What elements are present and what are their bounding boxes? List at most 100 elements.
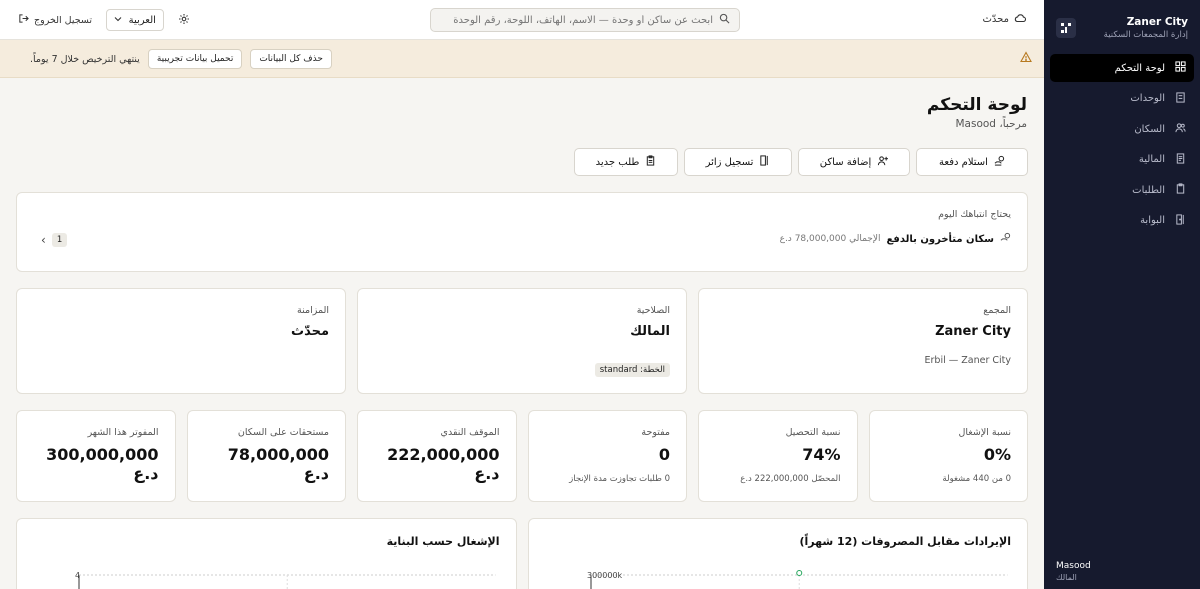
plan-badge: الخطة: standard <box>594 363 670 377</box>
action-label: استلام دفعة <box>939 156 988 168</box>
role-value: المالك <box>630 324 670 339</box>
kpi-sub: المحصّل 222,000,000 د.ع <box>740 474 841 484</box>
logout-icon <box>18 13 29 27</box>
kpi-cards: نسبة الإشغال 0% 0 من 440 مشغولة نسبة الت… <box>16 410 1028 502</box>
new-request-icon <box>645 155 656 169</box>
users-icon <box>1175 122 1186 136</box>
complex-value: Zaner City <box>935 324 1011 339</box>
language-select[interactable]: العربية <box>105 9 164 31</box>
receipt-icon <box>1175 152 1186 167</box>
kpi-sub: 0 طلبات تجاوزت مدة الإنجاز <box>569 474 670 484</box>
logout-button[interactable]: تسجيل الخروج <box>18 13 92 27</box>
quick-actions: استلام دفعة إضافة ساكن تسجيل زائر طلب جد… <box>16 148 1028 176</box>
sync-value: محدّث <box>291 324 329 339</box>
chevron-left-icon[interactable]: ‹ <box>41 233 46 247</box>
page-greeting: مرحباً، Masood <box>955 118 1028 130</box>
revenue-expense-chart: 300000k <box>587 570 1007 589</box>
search-input[interactable] <box>440 14 713 26</box>
sidebar-item-requests[interactable]: الطلبات <box>1050 176 1194 204</box>
payment-icon <box>1000 232 1011 246</box>
gate-icon <box>1175 213 1186 228</box>
search-icon <box>719 13 730 27</box>
sidebar-item-gate[interactable]: البوابة <box>1050 207 1194 235</box>
kpi-label: مستحقات على السكان <box>237 427 329 438</box>
data-point <box>795 570 802 576</box>
kpi-open-requests: مفتوحة 0 0 طلبات تجاوزت مدة الإنجاز <box>527 410 687 502</box>
sync-card: المزامنة محدّث <box>16 288 346 394</box>
chart-title: الإشغال حسب البناية <box>386 535 500 548</box>
warning-icon <box>1020 51 1032 66</box>
kpi-occupancy: نسبة الإشغال 0% 0 من 440 مشغولة <box>868 410 1028 502</box>
add-user-icon <box>877 155 889 169</box>
role-label: الصلاحية <box>636 305 670 316</box>
info-cards: المجمع Zaner City Erbil — Zaner City الص… <box>16 288 1028 394</box>
complex-location: Erbil — Zaner City <box>924 355 1012 366</box>
sidebar-item-label: المالية <box>1138 154 1165 165</box>
payment-icon <box>994 155 1005 169</box>
action-label: طلب جديد <box>595 156 640 168</box>
sidebar-item-label: الوحدات <box>1130 93 1165 104</box>
kpi-label: المفوتر هذا الشهر <box>87 427 159 438</box>
language-value: العربية <box>128 14 156 26</box>
sync-label: المزامنة <box>297 305 329 316</box>
revenue-expense-chart-card: الإيرادات مقابل المصروفات (12 شهراً) 300… <box>527 518 1028 589</box>
sync-status-label: محدّث <box>982 14 1009 25</box>
kpi-value: 0 <box>658 445 670 464</box>
sidebar-item-dashboard[interactable]: لوحة التحكم <box>1050 54 1194 82</box>
kpi-billed-this-month: المفوتر هذا الشهر 300,000,000 د.ع <box>16 410 176 502</box>
sidebar-item-label: الطلبات <box>1132 184 1165 196</box>
kpi-sub: 0 من 440 مشغولة <box>942 474 1011 484</box>
delete-all-data-button[interactable]: حذف كل البيانات <box>250 49 332 69</box>
kpi-resident-dues: مستحقات على السكان 78,000,000 د.ع <box>186 410 346 502</box>
action-label: تسجيل زائر <box>705 156 754 168</box>
sidebar-item-label: لوحة التحكم <box>1114 62 1165 74</box>
search-box <box>430 8 740 32</box>
building-icon <box>1175 91 1186 106</box>
attention-card: يحتاج انتباهك اليوم سكان متأخرون بالدفع … <box>16 192 1028 272</box>
y-tick-label: 300000k <box>587 571 623 580</box>
sidebar-item-residents[interactable]: السكان <box>1050 115 1194 143</box>
visitor-icon <box>759 155 770 169</box>
new-request-button[interactable]: طلب جديد <box>574 148 678 176</box>
receive-payment-button[interactable]: استلام دفعة <box>916 148 1028 176</box>
main-content: محدّث تسجيل الخروج العربية ينتهي الترخيص… <box>0 0 1044 589</box>
kpi-value: 0% <box>983 445 1011 464</box>
kpi-collection: نسبة التحصيل 74% المحصّل 222,000,000 د.ع <box>698 410 858 502</box>
sidebar-item-finance[interactable]: المالية <box>1050 146 1194 174</box>
sync-status: محدّث <box>982 12 1027 27</box>
sidebar-item-units[interactable]: الوحدات <box>1050 85 1194 113</box>
complex-label: المجمع <box>983 305 1011 316</box>
add-resident-button[interactable]: إضافة ساكن <box>798 148 910 176</box>
register-visitor-button[interactable]: تسجيل زائر <box>684 148 792 176</box>
topbar: محدّث تسجيل الخروج العربية <box>0 0 1044 40</box>
sidebar: Zaner City إدارة المجمعات السكنية لوحة ا… <box>1044 0 1200 589</box>
dashboard-icon <box>1175 61 1186 75</box>
logout-label: تسجيل الخروج <box>34 14 92 26</box>
attention-item-detail: الإجمالي 78,000,000 د.ع <box>779 234 881 244</box>
attention-item-label: سكان متأخرون بالدفع <box>886 233 994 245</box>
kpi-value: 78,000,000 د.ع <box>227 445 329 483</box>
kpi-value: 300,000,000 د.ع <box>46 445 159 483</box>
kpi-cash-position: الموقف النقدي 222,000,000 د.ع <box>357 410 517 502</box>
load-demo-data-button[interactable]: تحميل بيانات تجريبية <box>147 49 243 69</box>
brand-subtitle: إدارة المجمعات السكنية <box>1103 29 1188 40</box>
chevron-down-icon <box>114 15 122 26</box>
occupancy-chart-card: الإشغال حسب البناية 4 <box>16 518 517 589</box>
overdue-residents-item[interactable]: سكان متأخرون بالدفع الإجمالي 78,000,000 … <box>33 232 1011 246</box>
attention-pager: ‹ 1 <box>41 233 68 247</box>
cloud-icon <box>1014 12 1027 27</box>
license-banner: ينتهي الترخيص خلال 7 يوماً. تحميل بيانات… <box>0 40 1044 78</box>
current-user: Masood المالك <box>1056 560 1188 583</box>
chart-title: الإيرادات مقابل المصروفات (12 شهراً) <box>799 535 1011 548</box>
charts-row: الإيرادات مقابل المصروفات (12 شهراً) 300… <box>16 518 1028 589</box>
sidebar-item-label: البوابة <box>1140 215 1165 226</box>
complex-card: المجمع Zaner City Erbil — Zaner City <box>698 288 1028 394</box>
kpi-label: الموقف النقدي <box>440 427 500 438</box>
page-title: لوحة التحكم <box>926 95 1027 115</box>
settings-button[interactable] <box>178 13 190 28</box>
kpi-label: مفتوحة <box>641 427 670 438</box>
action-label: إضافة ساكن <box>819 156 872 168</box>
kpi-label: نسبة التحصيل <box>785 427 841 438</box>
sidebar-item-label: السكان <box>1134 123 1165 135</box>
license-message: ينتهي الترخيص خلال 7 يوماً. <box>30 53 140 65</box>
